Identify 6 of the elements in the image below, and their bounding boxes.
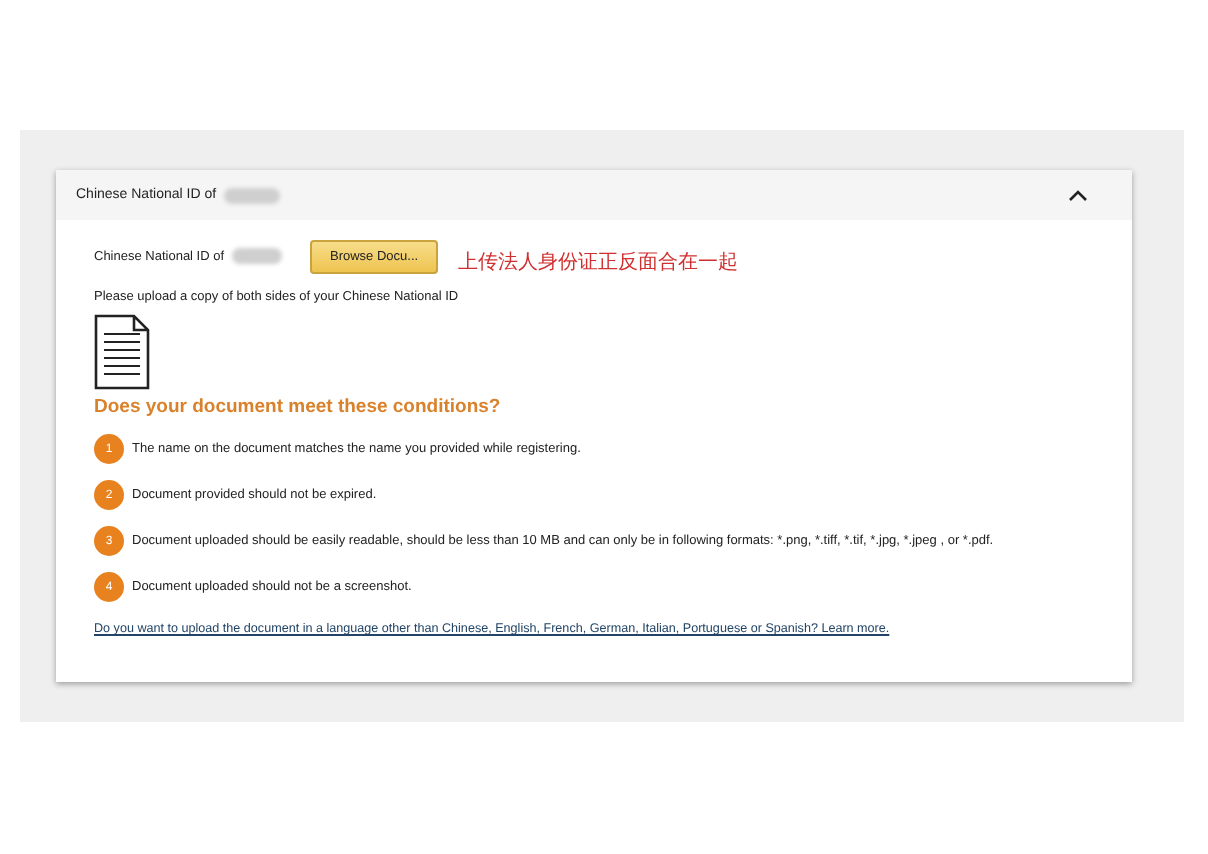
redacted-mark [232, 248, 283, 264]
collapse-caret-icon[interactable] [1068, 189, 1088, 201]
redacted-mark [224, 187, 281, 203]
document-icon [94, 314, 150, 390]
annotation-note: 上传法人身份证正反面合在一起 [458, 249, 739, 276]
conditions-heading: Does your document meet these conditions? [94, 396, 503, 418]
